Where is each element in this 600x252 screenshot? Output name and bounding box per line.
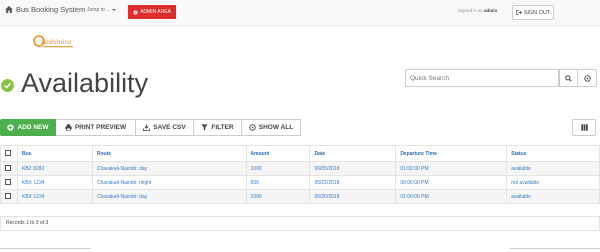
departure-time-cell[interactable]: 01:00:00 PM xyxy=(395,189,508,204)
brand-label: Bus Booking System xyxy=(16,5,86,14)
status-cell[interactable]: available xyxy=(506,161,600,176)
bus-cell[interactable]: KBX 1234 xyxy=(16,175,93,190)
date-cell[interactable]: 05/20/2018 xyxy=(309,189,397,204)
table-header-row: Bus Route Amount Date Departure Time Sta… xyxy=(0,145,600,162)
quick-search-input[interactable] xyxy=(405,69,559,87)
show-all-label: SHOW ALL xyxy=(258,124,294,131)
footer-divider-right xyxy=(510,248,600,249)
column-header-status[interactable]: Status xyxy=(506,145,600,162)
amount-cell[interactable]: 500 xyxy=(245,175,311,190)
records-count: Records 1 to 3 of 3 xyxy=(0,216,600,231)
show-all-icon xyxy=(249,124,256,131)
save-csv-label: SAVE CSV xyxy=(153,124,186,131)
table-toolbar: ADD NEW PRINT PREVIEW SAVE CSV FILTER SH… xyxy=(0,119,301,136)
sign-out-icon xyxy=(515,10,522,15)
row-checkbox[interactable] xyxy=(5,193,11,200)
amount-cell[interactable]: 1000 xyxy=(245,161,311,176)
column-header-route[interactable]: Route xyxy=(91,145,247,162)
table-row[interactable]: KBX 1234 Chavakali-Nairobi: might 500 05… xyxy=(0,175,600,190)
table-row[interactable]: KBX 1234 Chavakali-Nairobi: day 1000 05/… xyxy=(0,189,600,204)
row-checkbox[interactable] xyxy=(5,179,11,186)
columns-icon xyxy=(580,124,588,131)
row-select-cell xyxy=(0,175,18,190)
add-new-label: ADD NEW xyxy=(17,124,49,131)
status-cell[interactable]: available xyxy=(506,189,600,204)
column-header-date[interactable]: Date xyxy=(309,145,397,162)
company-logo: kashimira xyxy=(33,35,73,48)
date-cell[interactable]: 05/22/2018 xyxy=(309,175,397,190)
route-cell[interactable]: Chavakali-Nairobi: day xyxy=(91,161,247,176)
bus-cell[interactable]: KBX 1234 xyxy=(16,189,93,204)
footer-divider-left xyxy=(0,248,91,249)
column-header-departure-time[interactable]: Departure Time xyxy=(395,145,508,162)
columns-button[interactable] xyxy=(572,119,596,136)
print-icon xyxy=(65,124,72,131)
clear-circle-icon xyxy=(583,74,591,82)
select-all-checkbox[interactable] xyxy=(5,150,11,157)
jump-to-dropdown[interactable]: Jump to ... xyxy=(87,7,117,13)
brand-link[interactable]: Bus Booking System xyxy=(5,5,85,14)
save-csv-button[interactable]: SAVE CSV xyxy=(136,119,194,136)
show-all-button[interactable]: SHOW ALL xyxy=(242,119,301,136)
date-cell[interactable]: 06/05/2018 xyxy=(309,161,397,176)
filter-icon xyxy=(201,124,209,131)
departure-time-cell[interactable]: 01:00:00 PM xyxy=(395,161,508,176)
svg-text:kashimira: kashimira xyxy=(41,37,71,46)
home-icon xyxy=(5,6,13,13)
search-icon xyxy=(565,74,572,82)
signed-in-prefix: Signed in as xyxy=(458,8,483,13)
filter-label: FILTER xyxy=(211,124,234,131)
clear-search-button[interactable] xyxy=(578,69,597,87)
caret-down-icon xyxy=(112,8,117,11)
download-icon xyxy=(143,124,151,131)
filter-button[interactable]: FILTER xyxy=(194,119,242,136)
gear-icon xyxy=(133,9,138,15)
signed-in-text: Signed in as admin xyxy=(458,8,497,13)
print-preview-label: PRINT PREVIEW xyxy=(74,124,127,131)
top-navbar: Bus Booking System Jump to ... ADMIN ARE… xyxy=(0,0,600,26)
bus-cell[interactable]: KBZ 8283 xyxy=(16,161,93,176)
availability-table: Bus Route Amount Date Departure Time Sta… xyxy=(0,145,600,204)
admin-area-button[interactable]: ADMIN AREA xyxy=(128,5,176,19)
column-header-bus[interactable]: Bus xyxy=(16,145,93,162)
sign-out-label: SIGN OUT xyxy=(523,9,551,16)
sign-out-button[interactable]: SIGN OUT xyxy=(512,5,554,20)
check-circle-icon xyxy=(1,79,14,92)
table-row[interactable]: KBZ 8283 Chavakali-Nairobi: day 1000 06/… xyxy=(0,161,600,176)
route-cell[interactable]: Chavakali-Nairobi: might xyxy=(91,175,247,190)
jump-to-label: Jump to ... xyxy=(87,7,111,13)
plus-circle-icon xyxy=(7,124,15,131)
admin-area-label: ADMIN AREA xyxy=(140,9,171,15)
departure-time-cell[interactable]: 08:00:00 PM xyxy=(395,175,508,190)
select-all-cell xyxy=(0,145,18,162)
row-checkbox[interactable] xyxy=(5,165,11,172)
status-cell[interactable]: not available xyxy=(506,175,600,190)
amount-cell[interactable]: 1000 xyxy=(245,189,311,204)
signed-in-user: admin xyxy=(484,8,498,13)
search-button[interactable] xyxy=(559,69,578,87)
row-select-cell xyxy=(0,161,18,176)
row-select-cell xyxy=(0,189,18,204)
page-title: Availability xyxy=(21,68,149,98)
column-header-amount[interactable]: Amount xyxy=(245,145,311,162)
route-cell[interactable]: Chavakali-Nairobi: day xyxy=(91,189,247,204)
add-new-button[interactable]: ADD NEW xyxy=(0,119,56,136)
print-preview-button[interactable]: PRINT PREVIEW xyxy=(56,119,136,136)
